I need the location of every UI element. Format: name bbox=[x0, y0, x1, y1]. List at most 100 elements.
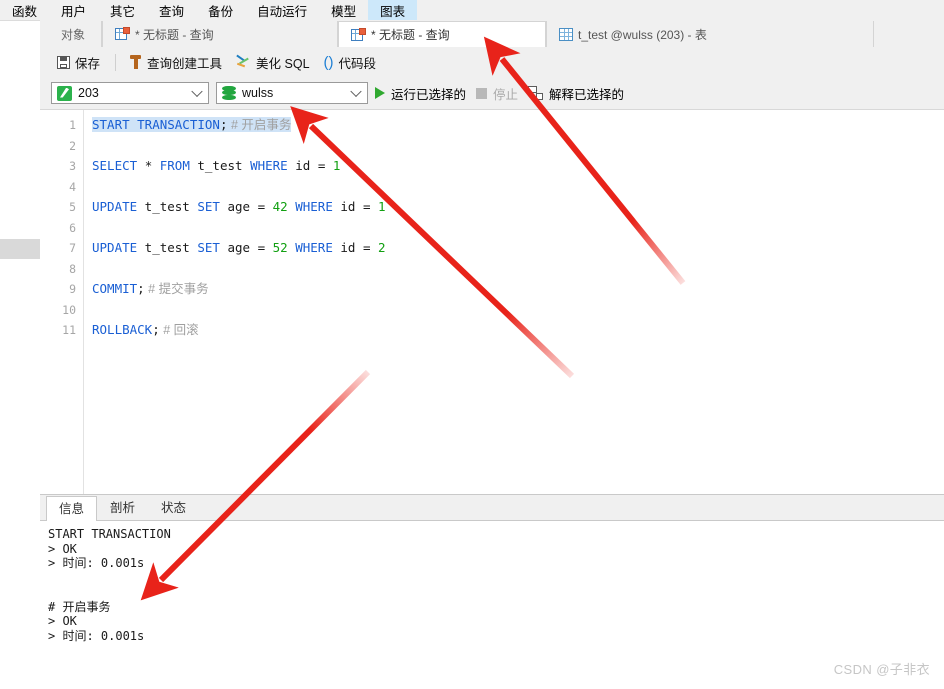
save-button-label: 保存 bbox=[75, 56, 101, 71]
code-token: SELECT bbox=[92, 158, 138, 173]
editor-code-area[interactable]: START TRANSACTION; # 开启事务 SELECT * FROM … bbox=[84, 110, 944, 495]
tab-query-1[interactable]: * 无标题 - 查询 bbox=[102, 21, 338, 47]
stop-button: 停止 bbox=[476, 84, 518, 103]
line-number: 6 bbox=[69, 220, 76, 235]
query-builder-icon bbox=[129, 55, 142, 69]
log-line: > OK bbox=[48, 614, 77, 628]
code-line[interactable]: UPDATE t_test SET age = 52 WHERE id = 2 bbox=[92, 238, 944, 259]
code-token: age = bbox=[219, 240, 273, 255]
document-tab-strip: 对象 * 无标题 - 查询 * 无标题 - 查询 t_test @wulss (… bbox=[40, 20, 944, 48]
beautify-sql-button[interactable]: 美化 SQL bbox=[230, 51, 316, 74]
code-token: WHERE bbox=[295, 199, 333, 214]
parentheses-icon: () bbox=[323, 53, 334, 71]
code-token: WHERE bbox=[295, 240, 333, 255]
code-token: # 开启事务 bbox=[227, 118, 292, 132]
code-token: # 提交事务 bbox=[144, 282, 209, 296]
query-builder-label: 查询创建工具 bbox=[147, 56, 223, 71]
menu-item-label: 图表 bbox=[380, 4, 406, 19]
left-edge-strip bbox=[0, 0, 40, 688]
tab-query-2[interactable]: * 无标题 - 查询 bbox=[338, 21, 546, 47]
tab-query-2-label: * 无标题 - 查询 bbox=[371, 28, 450, 42]
editor-line-number-gutter: 1 2 3 4 5 6 7 8 9 10 11 bbox=[40, 110, 84, 495]
code-token: id = bbox=[332, 199, 379, 214]
tab-objects-label: 对象 bbox=[60, 27, 85, 42]
connection-select[interactable]: 203 bbox=[51, 82, 209, 104]
code-line[interactable]: UPDATE t_test SET age = 42 WHERE id = 1 bbox=[92, 197, 944, 218]
code-token: t_test bbox=[189, 158, 251, 173]
database-select[interactable]: wulss bbox=[216, 82, 368, 104]
code-token: 2 bbox=[378, 240, 386, 255]
menu-item-2[interactable]: 其它 bbox=[98, 0, 147, 20]
code-token: id = bbox=[287, 158, 333, 173]
sql-editor[interactable]: 1 2 3 4 5 6 7 8 9 10 11 START TRANSACTION; # 开启事务 … bbox=[40, 109, 944, 495]
save-icon bbox=[57, 55, 70, 69]
explain-selected-label: 解释已选择的 bbox=[549, 87, 625, 102]
log-line: > OK bbox=[48, 541, 77, 556]
connection-icon bbox=[57, 85, 72, 101]
chevron-down-icon bbox=[191, 85, 203, 98]
code-token: ROLLBACK bbox=[92, 322, 153, 337]
save-button[interactable]: 保存 bbox=[51, 51, 106, 74]
code-token: t_test bbox=[137, 199, 198, 214]
code-token: SET bbox=[197, 199, 220, 214]
menu-item-4[interactable]: 备份 bbox=[196, 0, 245, 20]
database-value: wulss bbox=[242, 86, 274, 100]
menu-item-0[interactable]: 函数 bbox=[0, 0, 49, 20]
log-line: # 开启事务 bbox=[48, 599, 111, 614]
code-line[interactable] bbox=[92, 136, 944, 157]
code-token: 1 bbox=[332, 158, 341, 173]
code-token: FROM bbox=[159, 158, 190, 173]
code-token: COMMIT bbox=[92, 281, 138, 296]
menu-item-label: 用户 bbox=[61, 4, 87, 19]
code-snippet-button[interactable]: () 代码段 bbox=[318, 51, 383, 74]
connection-value: 203 bbox=[78, 86, 99, 100]
database-icon bbox=[222, 85, 236, 101]
explain-icon bbox=[528, 86, 544, 100]
code-line[interactable]: COMMIT; # 提交事务 bbox=[92, 279, 944, 300]
line-number: 3 bbox=[69, 159, 76, 173]
csdn-watermark: CSDN @子非衣 bbox=[833, 662, 930, 677]
code-line[interactable] bbox=[92, 177, 944, 198]
run-selected-label: 运行已选择的 bbox=[391, 87, 467, 102]
left-collapse-nub[interactable] bbox=[0, 239, 40, 259]
play-icon bbox=[375, 87, 385, 99]
tab-table-t-test-label: t_test @wulss (203) - 表 bbox=[578, 27, 707, 42]
code-snippet-label: 代码段 bbox=[338, 56, 377, 71]
code-line[interactable] bbox=[92, 259, 944, 280]
menu-item-3[interactable]: 查询 bbox=[147, 0, 196, 20]
menu-item-label: 模型 bbox=[331, 4, 357, 19]
result-tab-0[interactable]: 信息 bbox=[46, 496, 98, 521]
query-builder-button[interactable]: 查询创建工具 bbox=[123, 51, 228, 74]
menu-item-6[interactable]: 模型 bbox=[319, 0, 368, 20]
line-number: 8 bbox=[69, 261, 76, 276]
menu-item-1[interactable]: 用户 bbox=[49, 0, 98, 20]
code-token: SET bbox=[197, 240, 220, 255]
result-tab-1[interactable]: 剖析 bbox=[97, 495, 149, 520]
code-line[interactable]: ROLLBACK; # 回滚 bbox=[92, 320, 944, 341]
menu-item-5[interactable]: 自动运行 bbox=[245, 0, 319, 20]
query-icon bbox=[115, 27, 130, 41]
code-line[interactable] bbox=[92, 218, 944, 239]
log-line: > 时间: 0.001s bbox=[48, 556, 145, 570]
log-line: START TRANSACTION bbox=[48, 527, 171, 541]
chevron-down-icon bbox=[350, 85, 362, 98]
code-token: 42 bbox=[272, 199, 288, 214]
result-panel: 信息 剖析 状态 START TRANSACTION > OK > 时间: 0.001s… bbox=[40, 494, 944, 689]
table-icon bbox=[559, 27, 573, 41]
code-line[interactable] bbox=[92, 300, 944, 321]
line-number: 7 bbox=[69, 241, 76, 255]
explain-selected-button[interactable]: 解释已选择的 bbox=[528, 84, 624, 103]
code-line[interactable]: SELECT * FROM t_test WHERE id = 1 bbox=[92, 156, 944, 177]
tab-table-t-test[interactable]: t_test @wulss (203) - 表 bbox=[546, 21, 874, 47]
tab-objects[interactable]: 对象 bbox=[40, 21, 102, 47]
log-line: > 时间: 0.001s bbox=[48, 628, 145, 643]
result-tab-2[interactable]: 状态 bbox=[148, 495, 200, 520]
menu-item-7[interactable]: 图表 bbox=[368, 0, 418, 20]
code-line[interactable]: START TRANSACTION; # 开启事务 bbox=[92, 115, 944, 136]
code-token: t_test bbox=[137, 240, 198, 255]
tab-query-1-label: * 无标题 - 查询 bbox=[135, 27, 214, 42]
run-selected-button[interactable]: 运行已选择的 bbox=[375, 84, 466, 103]
